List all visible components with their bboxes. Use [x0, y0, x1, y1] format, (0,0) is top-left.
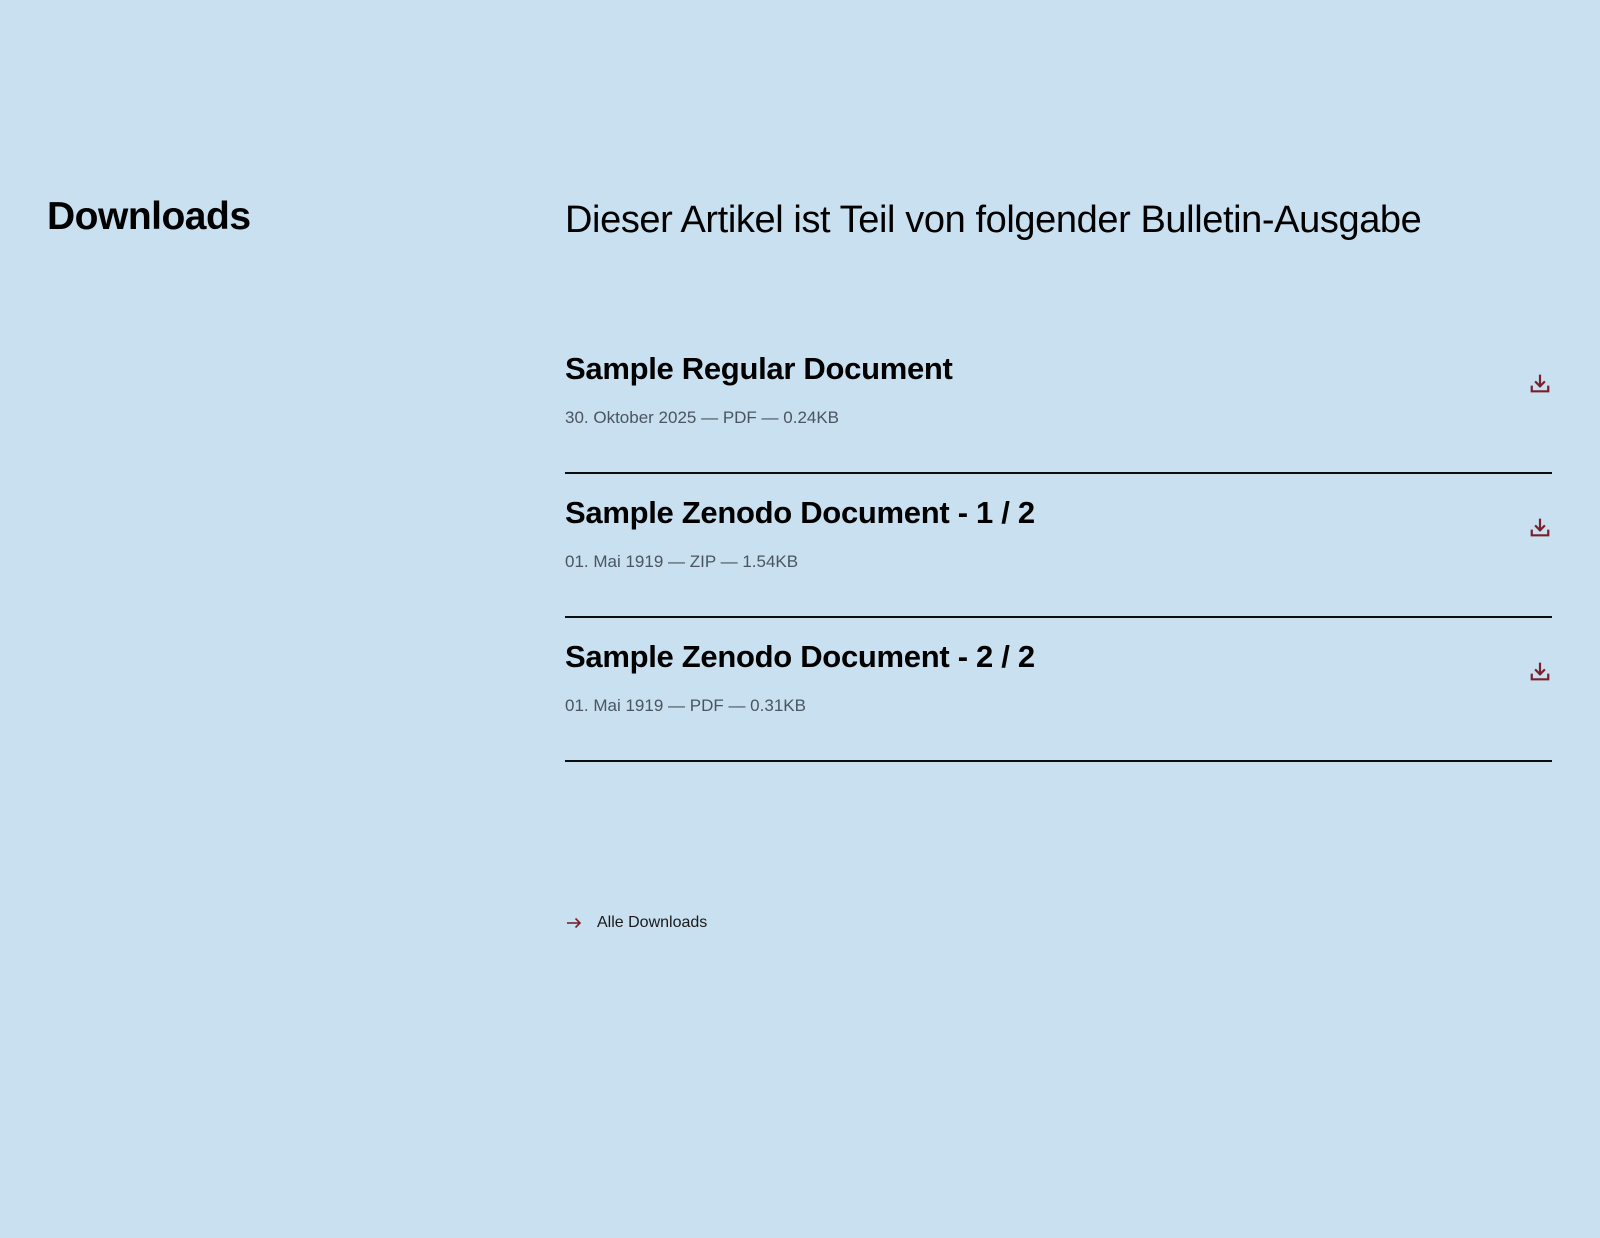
download-icon[interactable]: [1528, 372, 1552, 396]
download-item-title[interactable]: Sample Regular Document: [565, 350, 953, 388]
arrow-right-icon: [565, 914, 583, 932]
intro-heading: Dieser Artikel ist Teil von folgender Bu…: [565, 199, 1422, 241]
download-item-meta: 30. Oktober 2025 — PDF — 0.24KB: [565, 408, 840, 427]
download-item[interactable]: Sample Regular Document 30. Oktober 2025…: [565, 330, 1552, 474]
download-item[interactable]: Sample Zenodo Document - 2 / 2 01. Mai 1…: [565, 618, 1552, 762]
all-downloads-link[interactable]: Alle Downloads: [565, 913, 707, 933]
download-item[interactable]: Sample Zenodo Document - 1 / 2 01. Mai 1…: [565, 474, 1552, 618]
download-icon[interactable]: [1528, 660, 1552, 684]
download-list: Sample Regular Document 30. Oktober 2025…: [565, 330, 1552, 762]
all-downloads-label[interactable]: Alle Downloads: [597, 913, 707, 933]
download-icon[interactable]: [1528, 516, 1552, 540]
download-item-meta: 01. Mai 1919 — ZIP — 1.54KB: [565, 552, 799, 571]
section-title: Downloads: [47, 195, 251, 238]
download-item-title[interactable]: Sample Zenodo Document - 1 / 2: [565, 494, 1035, 532]
download-item-meta: 01. Mai 1919 — PDF — 0.31KB: [565, 696, 806, 715]
download-item-title[interactable]: Sample Zenodo Document - 2 / 2: [565, 638, 1035, 676]
